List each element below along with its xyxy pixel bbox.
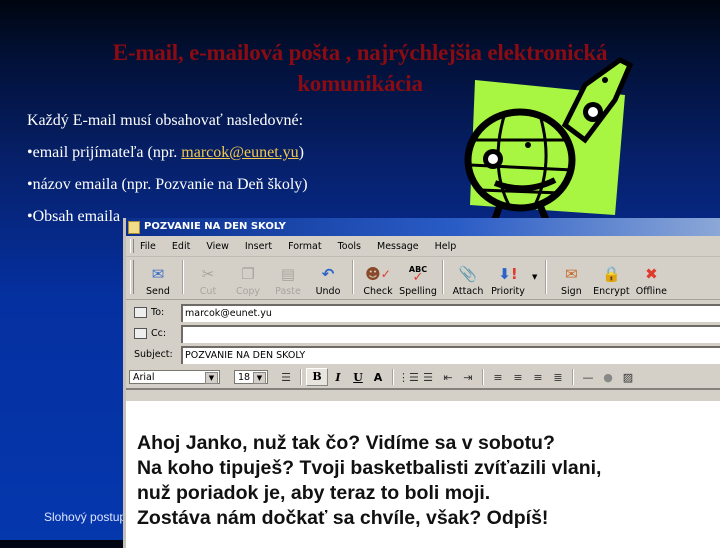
menu-insert[interactable]: Insert bbox=[245, 241, 272, 252]
menu-help[interactable]: Help bbox=[435, 241, 457, 252]
footer-text: Slohový postup bbox=[44, 510, 127, 524]
to-address-book-button[interactable]: To: bbox=[126, 307, 181, 318]
message-line: Na koho tipuješ? Tvoji basketbalisti zví… bbox=[137, 457, 602, 479]
chevron-down-icon: ▼ bbox=[205, 372, 218, 384]
spelling-button[interactable]: ABC ✓ Spelling bbox=[398, 264, 438, 298]
undo-icon: ↶ bbox=[321, 265, 335, 283]
compose-window: POZVANIE NA DEN SKOLY File Edit View Ins… bbox=[123, 218, 720, 548]
bullet-content: •Obsah emaila bbox=[27, 208, 121, 225]
menu-bar: File Edit View Insert Format Tools Messa… bbox=[126, 236, 720, 257]
paragraph-style-button[interactable]: ☰ bbox=[276, 371, 296, 384]
to-row: To: marcok@eunet.yu bbox=[126, 303, 720, 322]
main-toolbar: ✉ Send ✂ Cut ❐ Copy ▤ Paste ↶ Undo ☻ ✓ Check AB… bbox=[126, 257, 720, 300]
toolbar-separator bbox=[182, 260, 184, 294]
message-window-icon bbox=[128, 220, 140, 234]
message-body[interactable]: Ahoj Janko, nuž tak čo? Vidíme sa v sobo… bbox=[126, 401, 720, 548]
message-line: nuž poriadok je, aby teraz to boli moji. bbox=[137, 482, 491, 504]
align-right-icon[interactable]: ≡ bbox=[528, 371, 548, 384]
cc-address-book-button[interactable]: Cc: bbox=[126, 328, 181, 339]
globe-rocket-clipart bbox=[464, 57, 634, 239]
insert-picture-icon[interactable]: ▨ bbox=[618, 371, 638, 384]
toolbar-grip[interactable] bbox=[130, 260, 134, 294]
decrease-indent-icon[interactable]: ⇤ bbox=[438, 371, 458, 384]
toolbar-separator bbox=[352, 260, 354, 294]
subject-row: Subject: POZVANIE NA DEN SKOLY bbox=[126, 345, 720, 364]
check-names-button[interactable]: ☻ ✓ Check bbox=[358, 264, 398, 297]
copy-button[interactable]: ❐ Copy bbox=[228, 264, 268, 297]
bold-button[interactable]: B bbox=[306, 368, 328, 386]
menu-file[interactable]: File bbox=[140, 241, 156, 252]
toolbar-separator bbox=[442, 260, 444, 294]
sign-icon: ✉ bbox=[565, 265, 578, 283]
intro-text: Každý E-mail musí obsahovať nasledovné: bbox=[27, 112, 304, 129]
message-text: Ahoj Janko, nuž tak čo? Vidíme sa v sobo… bbox=[137, 431, 601, 531]
encrypt-icon: 🔒 bbox=[602, 265, 621, 283]
toolbar-separator bbox=[300, 369, 302, 385]
paste-button[interactable]: ▤ Paste bbox=[268, 264, 308, 297]
paste-icon: ▤ bbox=[280, 265, 296, 283]
italic-button[interactable]: I bbox=[328, 371, 348, 384]
justify-icon[interactable]: ≣ bbox=[548, 371, 568, 384]
align-center-icon[interactable]: ≡ bbox=[508, 371, 528, 384]
cut-button[interactable]: ✂ Cut bbox=[188, 264, 228, 297]
window-titlebar[interactable]: POZVANIE NA DEN SKOLY bbox=[126, 218, 720, 236]
font-color-button[interactable]: A bbox=[368, 371, 388, 384]
menubar-grip[interactable] bbox=[130, 239, 134, 253]
toolbar-separator bbox=[545, 260, 548, 294]
numbered-list-icon[interactable]: ⋮☰ bbox=[398, 371, 419, 384]
underline-button[interactable]: U bbox=[348, 371, 368, 384]
toolbar-separator bbox=[482, 369, 484, 385]
spelling-icon: ABC ✓ bbox=[408, 265, 428, 285]
toolbar-separator bbox=[392, 369, 394, 385]
font-select[interactable]: Arial ▼ bbox=[129, 370, 220, 384]
scissors-icon: ✂ bbox=[201, 265, 215, 283]
cc-row: Cc: bbox=[126, 324, 720, 343]
toolbar-separator bbox=[572, 369, 574, 385]
to-field[interactable]: marcok@eunet.yu bbox=[181, 303, 720, 322]
header-fields: To: marcok@eunet.yu Cc: Subject: POZVANI… bbox=[126, 300, 720, 364]
hyperlink-icon[interactable]: ● bbox=[598, 371, 618, 384]
subject-label: Subject: bbox=[134, 349, 173, 360]
message-line: Ahoj Janko, nuž tak čo? Vidíme sa v sobo… bbox=[137, 432, 555, 454]
bullet-list-icon[interactable]: ☰ bbox=[418, 371, 438, 384]
email-link[interactable]: marcok@eunet.yu bbox=[181, 144, 298, 161]
format-toolbar: Arial ▼ 18 ▼ ☰ B I U A ⋮☰ ☰ ⇤ ⇥ ≡ ≡ ≡ ≣ — … bbox=[126, 366, 720, 390]
cc-field[interactable] bbox=[181, 324, 720, 343]
menu-view[interactable]: View bbox=[206, 241, 229, 252]
offline-icon: ✖ bbox=[645, 265, 658, 283]
check-names-icon: ☻ ✓ bbox=[365, 265, 391, 283]
menu-message[interactable]: Message bbox=[377, 241, 419, 252]
font-size-select[interactable]: 18 ▼ bbox=[234, 370, 268, 384]
menu-edit[interactable]: Edit bbox=[172, 241, 190, 252]
encrypt-button[interactable]: 🔒 Encrypt bbox=[591, 264, 631, 297]
offline-button[interactable]: ✖ Offline bbox=[631, 264, 671, 297]
send-icon: ✉ bbox=[151, 265, 165, 283]
priority-dropdown-arrow[interactable]: ▼ bbox=[532, 273, 537, 281]
send-button[interactable]: ✉ Send bbox=[138, 264, 178, 297]
message-line: Zostáva nám dočkať sa chvíle, však? Odpí… bbox=[137, 507, 549, 529]
attach-button[interactable]: 📎 Attach bbox=[448, 264, 488, 297]
menu-tools[interactable]: Tools bbox=[338, 241, 361, 252]
align-left-icon[interactable]: ≡ bbox=[488, 371, 508, 384]
globe-icon bbox=[464, 108, 576, 239]
address-book-icon bbox=[134, 328, 147, 339]
address-book-icon bbox=[134, 307, 147, 318]
bullet-recipient: •email prijímateľa (npr. marcok@eunet.yu… bbox=[27, 144, 304, 161]
window-title: POZVANIE NA DEN SKOLY bbox=[144, 221, 286, 232]
horizontal-line-icon[interactable]: — bbox=[578, 371, 598, 384]
paperclip-icon: 📎 bbox=[458, 265, 478, 283]
bullet-subject: •názov emaila (npr. Pozvanie na Deň škol… bbox=[27, 176, 308, 193]
menu-format[interactable]: Format bbox=[288, 241, 321, 252]
copy-icon: ❐ bbox=[241, 265, 255, 283]
increase-indent-icon[interactable]: ⇥ bbox=[458, 371, 478, 384]
sign-button[interactable]: ✉ Sign bbox=[551, 264, 591, 297]
chevron-down-icon: ▼ bbox=[253, 372, 266, 384]
priority-icon: ⬇! bbox=[498, 265, 518, 283]
priority-button[interactable]: ⬇! Priority bbox=[488, 264, 528, 297]
subject-field[interactable]: POZVANIE NA DEN SKOLY bbox=[181, 345, 720, 364]
undo-button[interactable]: ↶ Undo bbox=[308, 264, 348, 297]
